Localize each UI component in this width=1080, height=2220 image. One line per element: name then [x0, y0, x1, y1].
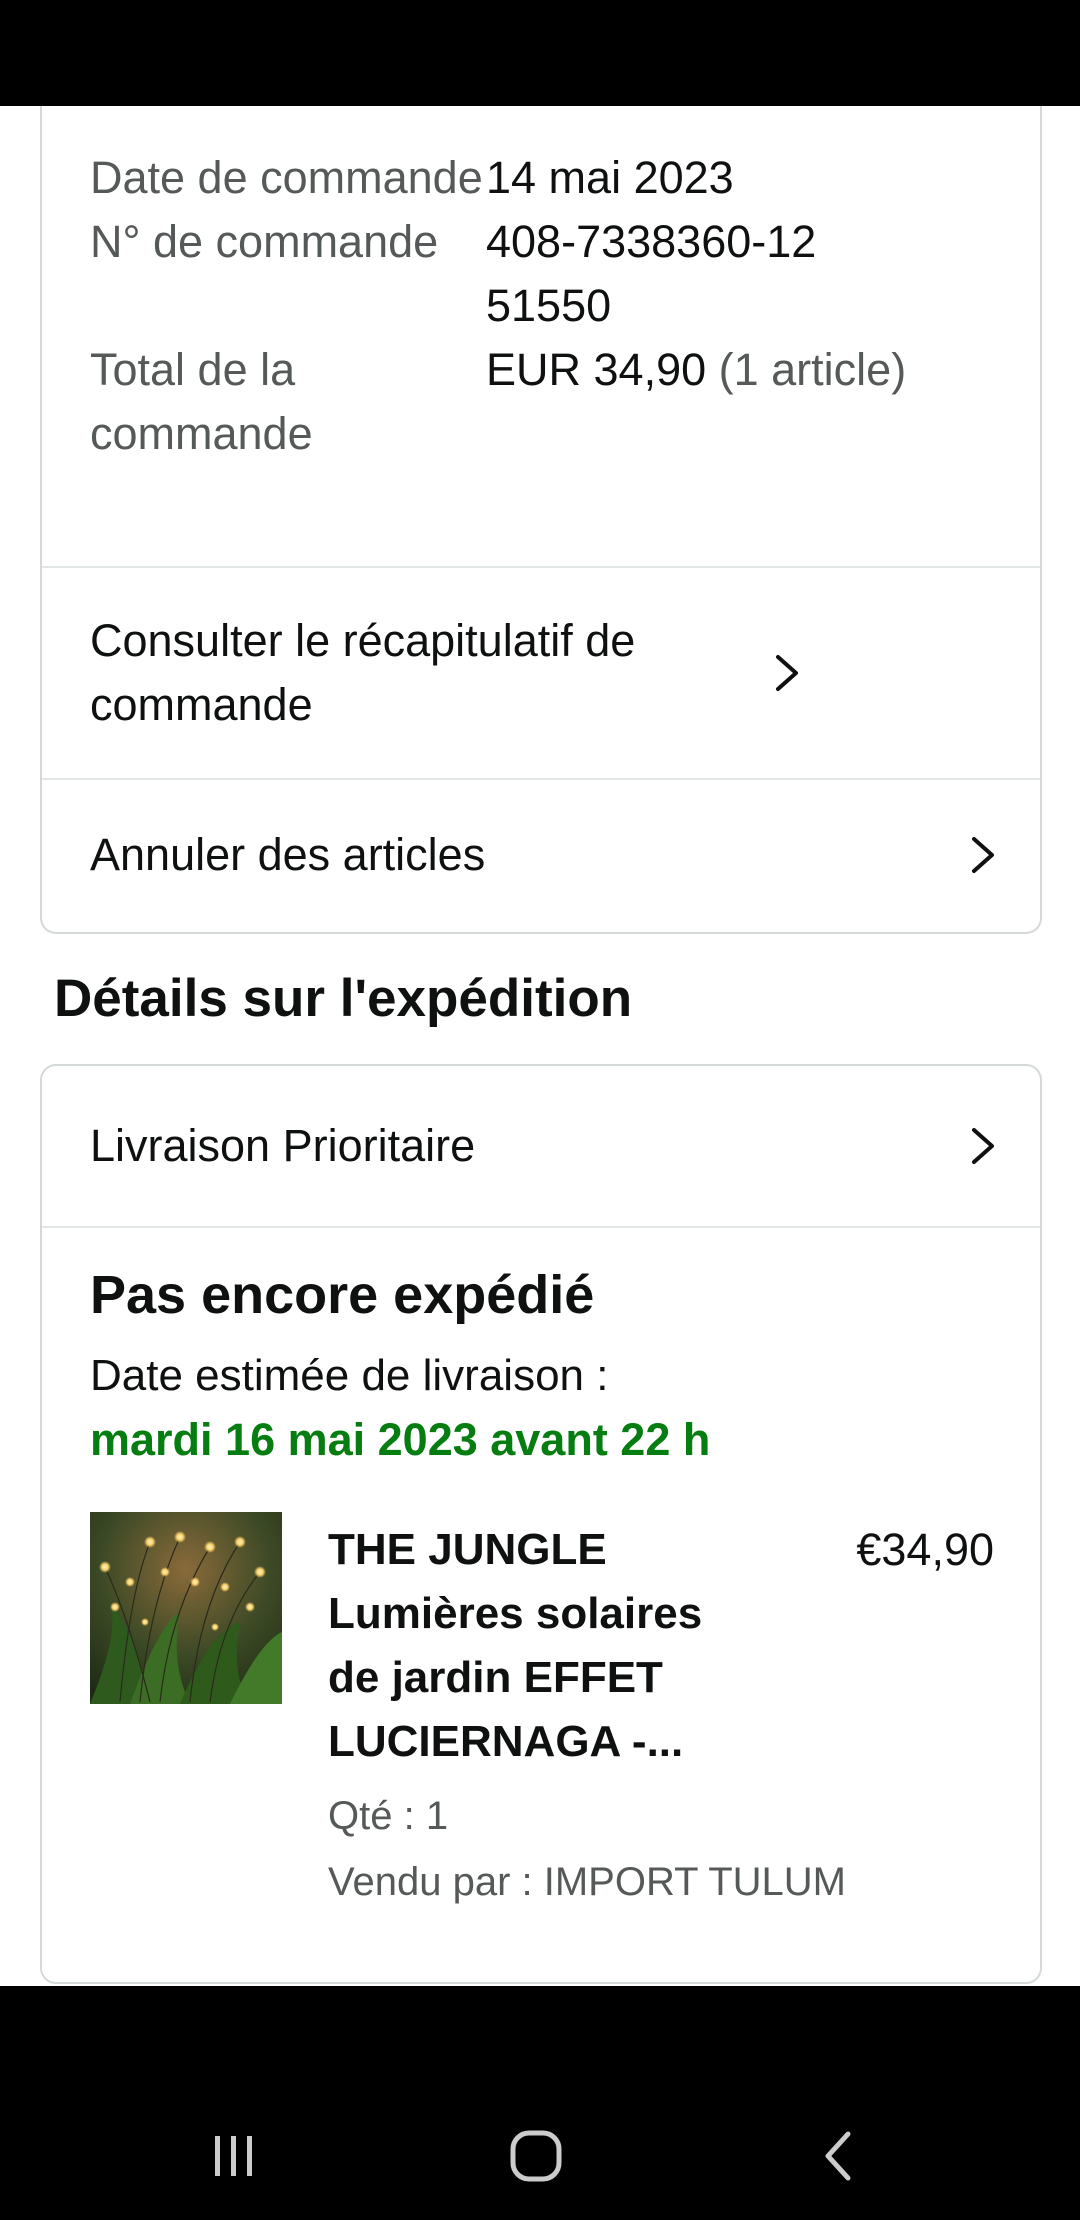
order-total-label: Total de la commande: [90, 344, 313, 459]
product-image[interactable]: [90, 1512, 282, 1704]
estimated-delivery-label: Date estimée de livraison :: [90, 1351, 609, 1400]
status-bar: [0, 0, 1080, 106]
chevron-right-icon: [972, 837, 994, 873]
shipment-status: Pas encore expédié: [90, 1265, 595, 1325]
product-title[interactable]: THE JUNGLE Lumières solaires de jardin E…: [328, 1518, 748, 1774]
order-number-value: 408-7338360-1251550: [486, 216, 817, 331]
home-icon: [510, 2130, 562, 2182]
chevron-right-icon: [776, 655, 798, 691]
order-total-row: Total de la commande EUR 34,90 (1 articl…: [90, 338, 1010, 466]
product-seller: Vendu par : IMPORT TULUM: [328, 1860, 846, 1904]
order-total-value: EUR 34,90: [486, 344, 707, 395]
order-item-count: (1 article): [718, 344, 907, 395]
view-order-summary-link[interactable]: Consulter le récapitulatif de commande: [42, 568, 1040, 778]
order-info: Date de commande 14 mai 2023 N° de comma…: [90, 146, 1010, 466]
delivery-method-label: Livraison Prioritaire: [90, 1120, 476, 1171]
product-quantity: Qté : 1: [328, 1794, 449, 1838]
order-info-card: Date de commande 14 mai 2023 N° de comma…: [40, 106, 1042, 934]
view-order-summary-label: Consulter le récapitulatif de commande: [90, 615, 636, 730]
shipping-details-title: Détails sur l'expédition: [54, 969, 633, 1028]
order-date-label: Date de commande: [90, 152, 483, 203]
order-number-row: N° de commande 408-7338360-1251550: [90, 210, 1010, 338]
divider: [42, 1226, 1040, 1228]
recent-apps-icon: [215, 2136, 252, 2176]
shipping-card: Livraison Prioritaire Pas encore expédié…: [40, 1064, 1042, 1984]
order-date-row: Date de commande 14 mai 2023: [90, 146, 1010, 210]
cancel-items-link[interactable]: Annuler des articles: [42, 780, 1040, 930]
back-icon: [825, 2131, 851, 2181]
order-date-value: 14 mai 2023: [486, 152, 734, 203]
product-price: €34,90: [856, 1524, 994, 1575]
estimated-delivery-date: mardi 16 mai 2023 avant 22 h: [90, 1414, 711, 1465]
order-details-page: Date de commande 14 mai 2023 N° de comma…: [0, 106, 1080, 1986]
cancel-items-label: Annuler des articles: [90, 829, 486, 880]
order-total-value-wrap: EUR 34,90 (1 article): [486, 338, 1010, 466]
delivery-method-link[interactable]: Livraison Prioritaire: [42, 1066, 1040, 1226]
back-button[interactable]: [798, 2116, 878, 2196]
home-button[interactable]: [496, 2116, 576, 2196]
recent-apps-button[interactable]: [194, 2116, 274, 2196]
chevron-right-icon: [972, 1128, 994, 1164]
solar-garden-lights-photo: [90, 1512, 282, 1704]
order-number-label: N° de commande: [90, 216, 439, 267]
